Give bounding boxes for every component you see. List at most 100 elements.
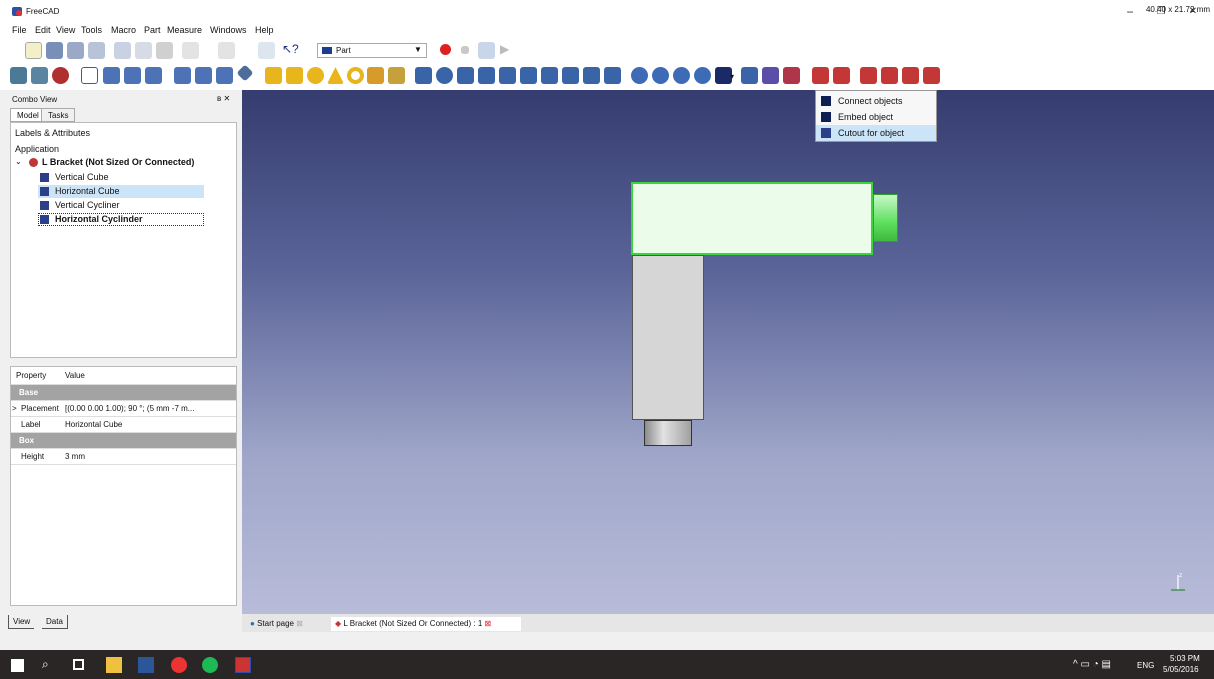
right-view-icon[interactable]	[145, 67, 162, 84]
play-macro-icon[interactable]: ▶	[500, 42, 517, 59]
property-group-base[interactable]: Base	[11, 385, 236, 401]
workbench-select[interactable]: Part	[317, 43, 427, 58]
measure-angular-icon[interactable]	[881, 67, 898, 84]
dropdown-connect-objects[interactable]: Connect objects	[816, 93, 936, 109]
tab-tasks[interactable]: Tasks	[41, 108, 76, 122]
chamfer-icon[interactable]	[499, 67, 516, 84]
clock-date[interactable]: 5/05/2016	[1163, 665, 1199, 674]
ruled-surface-icon[interactable]	[541, 67, 558, 84]
paste-icon[interactable]	[156, 42, 173, 59]
section-icon[interactable]	[812, 67, 829, 84]
tab-start-page[interactable]: ● Start page ⊠	[246, 617, 326, 631]
common-icon[interactable]	[694, 67, 711, 84]
vertical-cube-shape[interactable]	[632, 255, 704, 420]
top-view-icon[interactable]	[124, 67, 141, 84]
split-icon[interactable]	[741, 67, 758, 84]
cut-icon[interactable]	[114, 42, 131, 59]
dropdown-embed-object[interactable]: Embed object	[816, 109, 936, 125]
front-view-icon[interactable]	[103, 67, 120, 84]
menu-tools[interactable]: Tools	[81, 25, 102, 35]
primitives-icon[interactable]	[367, 67, 384, 84]
spotify-icon[interactable]	[202, 657, 218, 673]
3d-viewport[interactable]: z	[242, 90, 1214, 614]
loft-icon[interactable]	[562, 67, 579, 84]
fuse-icon[interactable]	[673, 67, 690, 84]
menu-measure[interactable]: Measure	[167, 25, 202, 35]
property-value[interactable]: Horizontal Cube	[65, 420, 122, 429]
expand-arrow-icon[interactable]: ⌄	[15, 157, 22, 166]
horizontal-cylinder-shape[interactable]	[873, 194, 898, 242]
isometric-view-icon[interactable]	[81, 67, 98, 84]
property-value[interactable]: 3 mm	[65, 452, 85, 461]
redo-icon[interactable]	[218, 42, 235, 59]
whats-this-icon[interactable]: ↖?	[282, 42, 299, 59]
measure-refresh-icon[interactable]	[902, 67, 919, 84]
menu-macro[interactable]: Macro	[111, 25, 136, 35]
cylinder-icon[interactable]	[286, 67, 303, 84]
make-face-icon[interactable]	[520, 67, 537, 84]
cross-sections-icon[interactable]	[833, 67, 850, 84]
property-row[interactable]: > Placement [(0.00 0.00 1.00); 90 °; (5 …	[11, 401, 236, 417]
tab-data[interactable]: Data	[42, 615, 68, 629]
menu-windows[interactable]: Windows	[210, 25, 247, 35]
mirror-icon[interactable]	[457, 67, 474, 84]
freecad-taskbar-icon[interactable]	[235, 657, 251, 673]
property-row[interactable]: Height 3 mm	[11, 449, 236, 465]
menu-help[interactable]: Help	[255, 25, 274, 35]
compound-icon[interactable]	[762, 67, 779, 84]
chrome-icon[interactable]	[171, 657, 187, 673]
horizontal-cube-shape[interactable]	[631, 182, 873, 255]
minimize-button[interactable]: −	[1115, 4, 1145, 20]
copy-icon[interactable]	[135, 42, 152, 59]
tree-item[interactable]: Vertical Cube	[55, 172, 109, 182]
offset-icon[interactable]	[604, 67, 621, 84]
language-indicator[interactable]: ENG	[1137, 661, 1154, 670]
fit-all-icon[interactable]	[10, 67, 27, 84]
task-view-icon[interactable]	[73, 659, 84, 670]
measure-linear-icon[interactable]	[860, 67, 877, 84]
windows-start-icon[interactable]	[11, 659, 24, 672]
tab-document[interactable]: ◆ L Bracket (Not Sized Or Connected) : 1…	[331, 617, 521, 631]
bottom-view-icon[interactable]	[195, 67, 212, 84]
fit-selection-icon[interactable]	[31, 67, 48, 84]
edit-macro-icon[interactable]	[478, 42, 495, 59]
cube-icon[interactable]	[265, 67, 282, 84]
tree-item-selected[interactable]: Horizontal Cube	[55, 186, 120, 196]
tab-view[interactable]: View	[8, 615, 35, 629]
undo-icon[interactable]	[182, 42, 199, 59]
menu-edit[interactable]: Edit	[35, 25, 51, 35]
check-geometry-icon[interactable]	[783, 67, 800, 84]
dropdown-cutout-for-object[interactable]: Cutout for object	[816, 125, 936, 141]
print-icon[interactable]	[88, 42, 105, 59]
vertical-cylinder-shape[interactable]	[644, 420, 692, 446]
stop-macro-icon[interactable]	[461, 46, 469, 54]
property-value[interactable]: [(0.00 0.00 1.00); 90 °; (5 mm -7 m...	[65, 404, 194, 413]
sphere-icon[interactable]	[307, 67, 324, 84]
sweep-icon[interactable]	[583, 67, 600, 84]
expand-arrow-icon[interactable]: >	[12, 404, 17, 413]
tray-icons[interactable]: ^ ▭ ◔ ▤	[1073, 659, 1111, 670]
property-group-box[interactable]: Box	[11, 433, 236, 449]
close-tab-icon[interactable]: ⊠	[485, 619, 492, 628]
refresh-icon[interactable]	[258, 42, 275, 59]
record-macro-icon[interactable]	[440, 44, 451, 55]
clock-time[interactable]: 5:03 PM	[1170, 654, 1200, 663]
extrude-icon[interactable]	[415, 67, 432, 84]
fillet-icon[interactable]	[478, 67, 495, 84]
file-explorer-icon[interactable]	[106, 657, 122, 673]
tree-item[interactable]: Horizontal Cyclinder	[55, 214, 143, 224]
rear-view-icon[interactable]	[174, 67, 191, 84]
tree-root[interactable]: L Bracket (Not Sized Or Connected)	[42, 157, 194, 167]
close-tab-icon[interactable]: ⊠	[296, 619, 303, 628]
menu-file[interactable]: File	[12, 25, 27, 35]
property-row[interactable]: Label Horizontal Cube	[11, 417, 236, 433]
torus-icon[interactable]	[347, 67, 364, 84]
draw-style-icon[interactable]	[52, 67, 69, 84]
open-folder-icon[interactable]	[46, 42, 63, 59]
new-document-icon[interactable]	[25, 42, 42, 59]
tree-item[interactable]: Vertical Cycliner	[55, 200, 120, 210]
menu-part[interactable]: Part	[144, 25, 161, 35]
undock-close-icon[interactable]: ʙ ✕	[217, 94, 230, 103]
cut-boolean-icon[interactable]	[652, 67, 669, 84]
measure-clear-icon[interactable]	[923, 67, 940, 84]
